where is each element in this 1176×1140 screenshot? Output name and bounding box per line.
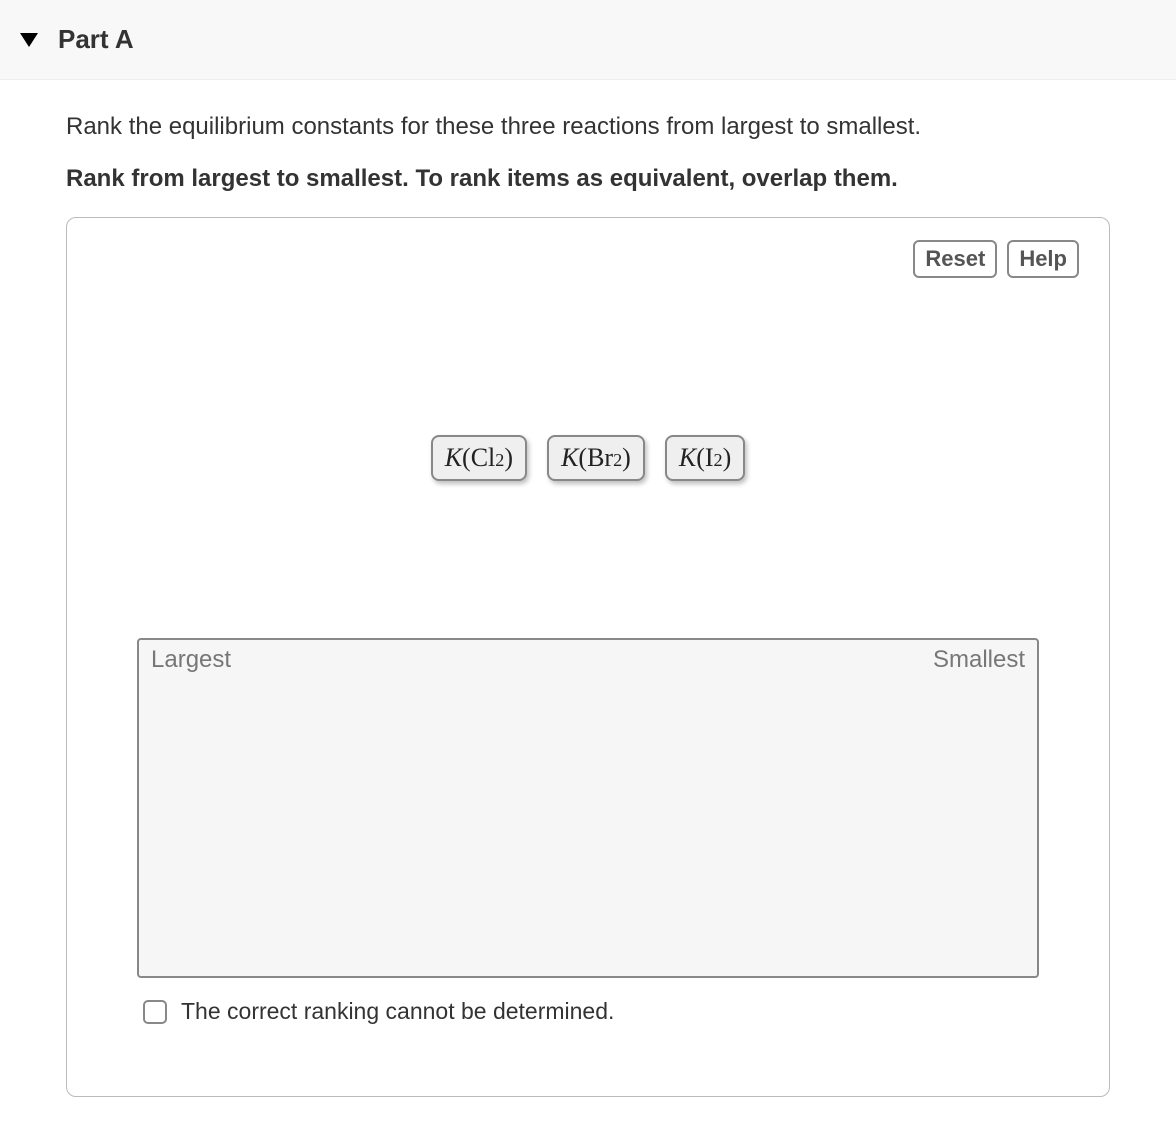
element: Br [587,443,613,473]
draggable-source-area: K(Cl2) K(Br2) K(I2) [97,288,1079,628]
subscript: 2 [495,450,504,471]
element: Cl [471,443,496,473]
ranking-panel: Reset Help K(Cl2) K(Br2) K(I2) Largest S… [66,217,1110,1097]
open-paren: ( [696,443,705,473]
label-largest: Largest [151,646,231,674]
element: I [705,443,714,473]
close-paren: ) [622,443,631,473]
subscript: 2 [714,450,723,471]
part-title: Part A [58,24,134,55]
content-area: Rank the equilibrium constants for these… [0,80,1176,1097]
panel-controls: Reset Help [97,240,1079,278]
close-paren: ) [723,443,732,473]
close-paren: ) [504,443,513,473]
open-paren: ( [578,443,587,473]
reset-button[interactable]: Reset [913,240,997,278]
cannot-determine-row: The correct ranking cannot be determined… [143,998,1079,1025]
collapse-icon[interactable] [20,33,38,47]
subscript: 2 [613,450,622,471]
ranking-drop-zone[interactable]: Largest Smallest [137,638,1039,978]
label-smallest: Smallest [933,646,1025,674]
part-header: Part A [0,0,1176,80]
drag-item-k-cl2[interactable]: K(Cl2) [431,435,527,481]
drag-item-k-br2[interactable]: K(Br2) [547,435,645,481]
open-paren: ( [462,443,471,473]
drag-item-k-i2[interactable]: K(I2) [665,435,745,481]
k-symbol: K [445,443,462,473]
cannot-determine-checkbox[interactable] [143,1000,167,1024]
instruction-main: Rank the equilibrium constants for these… [66,110,1110,144]
cannot-determine-label: The correct ranking cannot be determined… [181,998,614,1025]
instruction-sub: Rank from largest to smallest. To rank i… [66,162,1110,196]
k-symbol: K [679,443,696,473]
help-button[interactable]: Help [1007,240,1079,278]
k-symbol: K [561,443,578,473]
